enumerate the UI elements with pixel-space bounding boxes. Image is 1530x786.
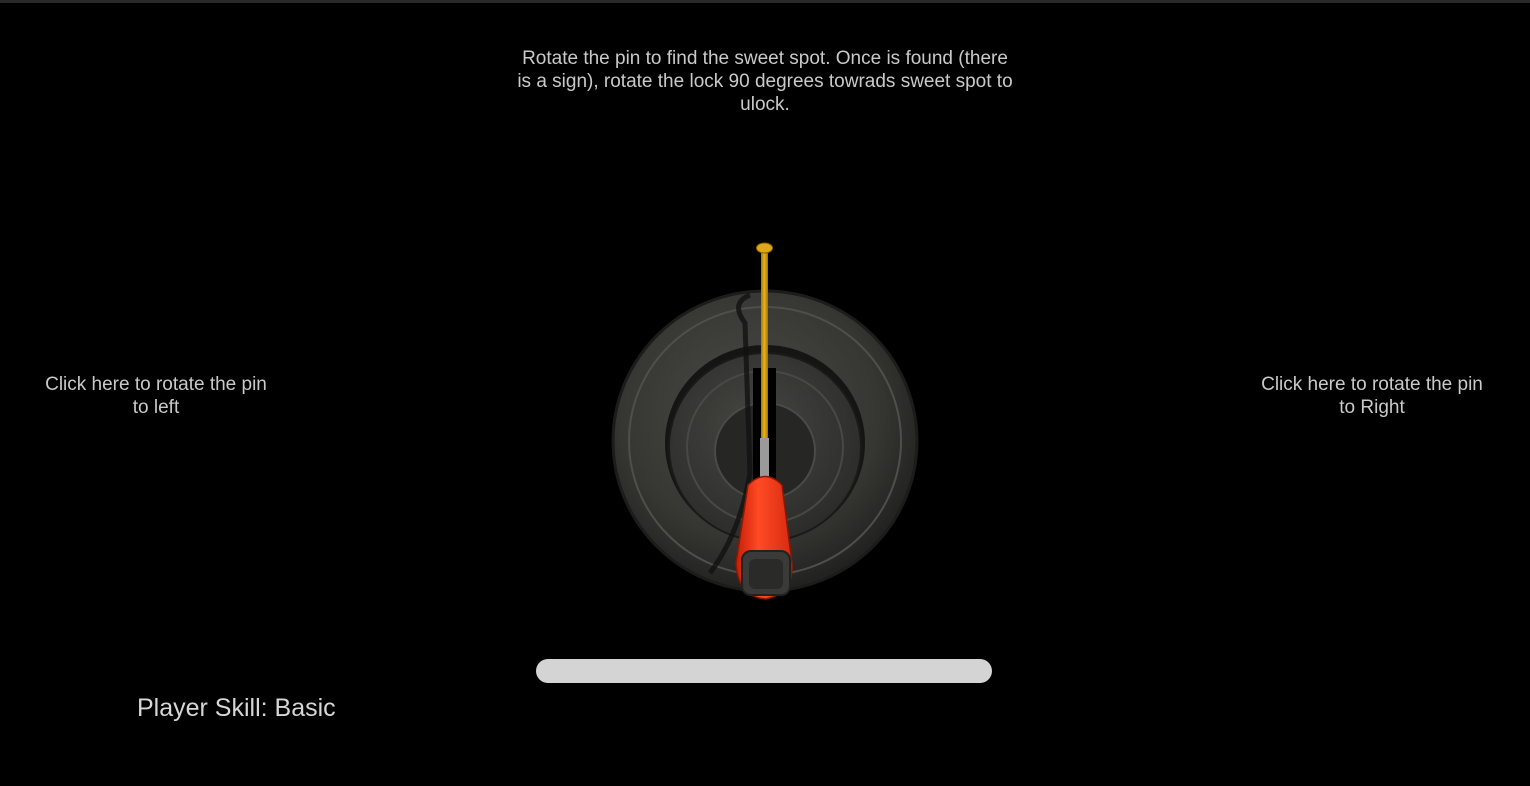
player-skill-level: Basic [274, 694, 336, 722]
game-viewport: Rotate the pin to find the sweet spot. O… [0, 0, 1530, 786]
rotate-pin-right-button[interactable]: Click here to rotate the pin to Right [1257, 373, 1487, 419]
lock-mechanism[interactable] [600, 233, 930, 613]
rotate-pin-left-button[interactable]: Click here to rotate the pin to left [41, 373, 271, 419]
player-skill-label: Player Skill: Basic [137, 693, 336, 723]
instructions-text: Rotate the pin to find the sweet spot. O… [517, 48, 1013, 115]
unlock-progress-bar [536, 659, 992, 683]
player-skill-prefix: Player Skill: [137, 694, 275, 722]
